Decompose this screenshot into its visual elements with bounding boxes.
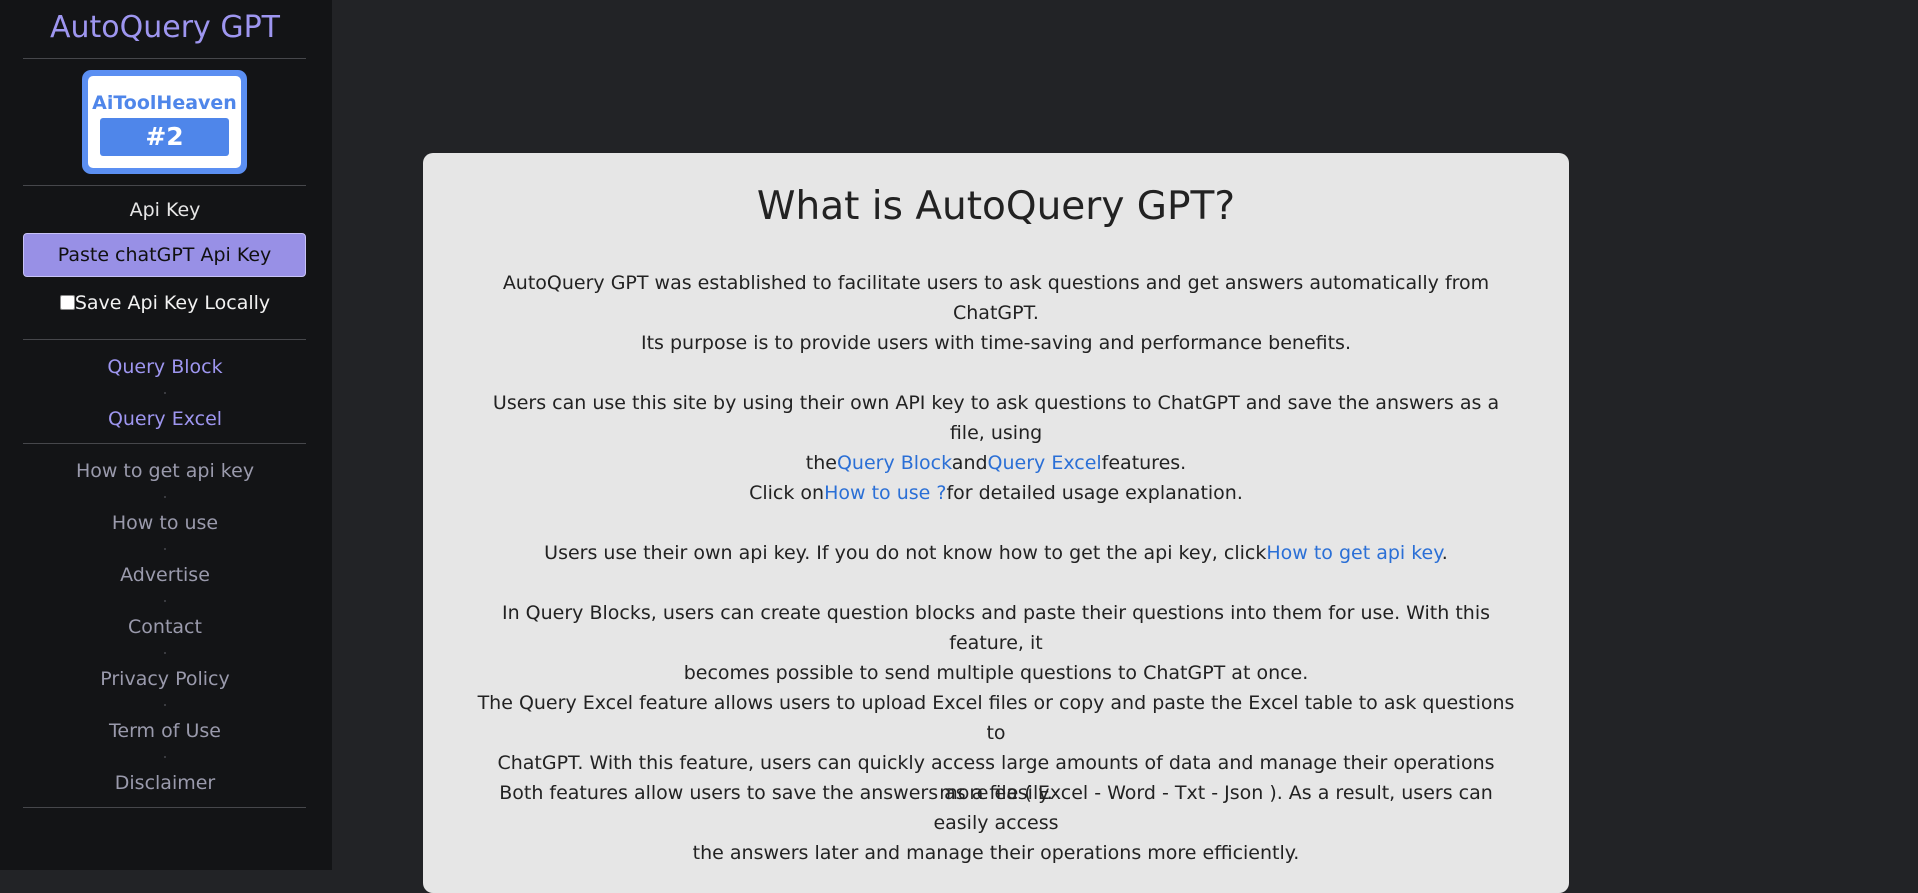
save-api-key-checkbox[interactable] xyxy=(59,295,75,310)
nav-how-to-use[interactable]: How to use xyxy=(0,512,330,534)
save-api-key-row[interactable]: Save Api Key Locally xyxy=(0,292,330,314)
usage-text: Users can use this site by using their o… xyxy=(492,392,1500,444)
intro-paragraph: AutoQuery GPT was established to facilit… xyxy=(502,272,1490,324)
how-to-use-text: for detailed usage explanation. xyxy=(946,482,1243,504)
badge-rank: #2 xyxy=(100,118,229,156)
nav-separator-dot xyxy=(164,548,166,550)
api-key-text: . xyxy=(1441,542,1448,564)
query-excel-text: The Query Excel feature allows users to … xyxy=(477,692,1515,744)
app-title[interactable]: AutoQuery GPT xyxy=(0,8,330,48)
nav-separator-dot xyxy=(164,704,166,706)
save-answers-text: the answers later and manage their opera… xyxy=(692,842,1300,864)
about-card: What is AutoQuery GPT? AutoQuery GPT was… xyxy=(423,153,1569,893)
query-blocks-text: becomes possible to send multiple questi… xyxy=(683,662,1309,684)
nav-separator-dot xyxy=(164,392,166,394)
api-key-label: Api Key xyxy=(129,199,201,221)
badge-name: AiToolHeaven xyxy=(92,92,237,114)
save-api-key-label[interactable]: Save Api Key Locally xyxy=(75,292,270,314)
nav-separator-dot xyxy=(164,496,166,498)
usage-paragraph: Users can use this site by using their o… xyxy=(473,388,1519,478)
how-to-use-link[interactable]: How to use ? xyxy=(824,482,946,504)
divider xyxy=(23,807,306,808)
nav-query-block[interactable]: Query Block xyxy=(0,356,330,378)
api-key-paragraph: Users use their own api key. If you do n… xyxy=(473,538,1519,568)
badge-inner: AiToolHeaven #2 xyxy=(88,76,241,168)
nav-disclaimer[interactable]: Disclaimer xyxy=(0,772,330,794)
nav-separator-dot xyxy=(164,600,166,602)
nav-privacy-policy[interactable]: Privacy Policy xyxy=(0,668,330,690)
nav-separator-dot xyxy=(164,756,166,758)
usage-text: the xyxy=(805,452,837,474)
sidebar: AutoQuery GPT AiToolHeaven #2 Api Key Pa… xyxy=(0,0,332,870)
purpose-paragraph: Its purpose is to provide users with tim… xyxy=(640,332,1351,354)
query-excel-link[interactable]: Query Excel xyxy=(988,452,1102,474)
divider xyxy=(23,443,306,444)
nav-contact[interactable]: Contact xyxy=(0,616,330,638)
save-answers-paragraph: Both features allow users to save the an… xyxy=(473,778,1519,868)
api-key-text: Users use their own api key. If you do n… xyxy=(544,542,1267,564)
nav-separator-dot xyxy=(164,652,166,654)
divider xyxy=(23,58,306,59)
divider xyxy=(23,185,306,186)
usage-text: and xyxy=(951,452,988,474)
how-to-get-api-key-link[interactable]: How to get api key xyxy=(1266,542,1441,564)
nav-advertise[interactable]: Advertise xyxy=(0,564,330,586)
query-blocks-paragraph: In Query Blocks, users can create questi… xyxy=(473,598,1519,688)
nav-term-of-use[interactable]: Term of Use xyxy=(0,720,330,742)
save-answers-text: Both features allow users to save the an… xyxy=(499,782,1493,834)
divider xyxy=(23,339,306,340)
aitoolheaven-badge[interactable]: AiToolHeaven #2 xyxy=(82,70,247,174)
query-blocks-text: In Query Blocks, users can create questi… xyxy=(502,602,1490,654)
usage-text: features. xyxy=(1101,452,1187,474)
query-block-link[interactable]: Query Block xyxy=(837,452,952,474)
nav-query-excel[interactable]: Query Excel xyxy=(0,408,330,430)
nav-how-to-get-api-key[interactable]: How to get api key xyxy=(0,460,330,482)
how-to-use-paragraph: Click onHow to use ?for detailed usage e… xyxy=(473,478,1519,508)
page-title: What is AutoQuery GPT? xyxy=(756,184,1236,229)
paste-api-key-button[interactable]: Paste chatGPT Api Key xyxy=(23,233,306,277)
how-to-use-text: Click on xyxy=(749,482,825,504)
